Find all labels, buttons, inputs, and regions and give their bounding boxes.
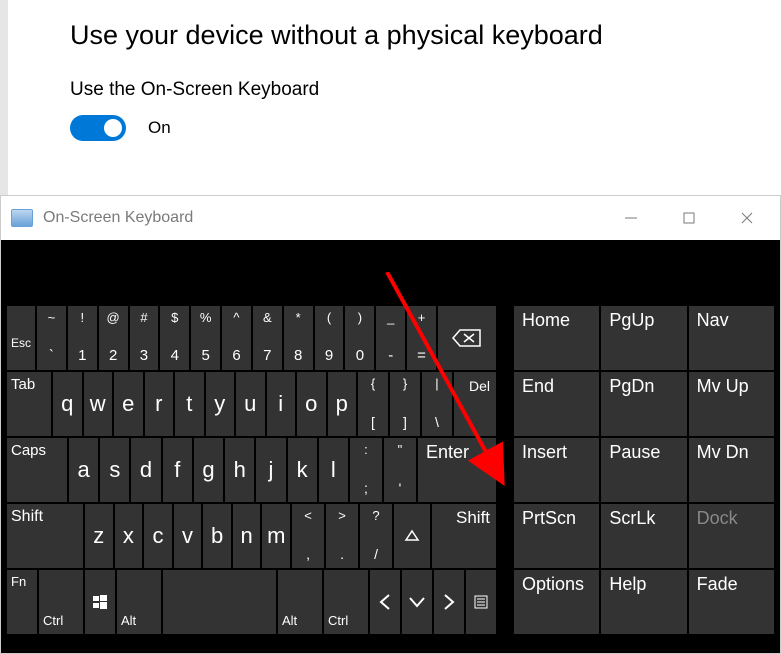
key-i[interactable]: i: [267, 372, 296, 436]
key-del[interactable]: Del: [454, 372, 496, 436]
key-9[interactable]: (9: [315, 306, 344, 370]
key-end[interactable]: End: [514, 372, 599, 436]
key-0[interactable]: )0: [345, 306, 374, 370]
key-y[interactable]: y: [206, 372, 235, 436]
key-esc[interactable]: Esc: [7, 306, 35, 370]
key-help[interactable]: Help: [601, 570, 686, 634]
osk-titlebar[interactable]: On-Screen Keyboard: [1, 196, 780, 240]
key--[interactable]: _-: [376, 306, 405, 370]
osk-app-icon: [11, 209, 33, 227]
key-shift-right[interactable]: Shift: [432, 504, 496, 568]
key-caps[interactable]: Caps: [7, 438, 67, 502]
key-arrow-down[interactable]: [402, 570, 432, 634]
key-sym[interactable]: ?/: [360, 504, 392, 568]
key-g[interactable]: g: [194, 438, 223, 502]
key-sym[interactable]: :;: [350, 438, 382, 502]
settings-panel: Use your device without a physical keybo…: [0, 0, 781, 151]
key-space[interactable]: [163, 570, 276, 634]
key-5[interactable]: %5: [191, 306, 220, 370]
minimize-button[interactable]: [602, 196, 660, 240]
key-z[interactable]: z: [85, 504, 113, 568]
key-m[interactable]: m: [262, 504, 290, 568]
settings-heading: Use your device without a physical keybo…: [70, 20, 781, 51]
main-key-area: Esc~`!1@2#3$4%5^6&7*8(9)0_-+= Tabqwertyu…: [7, 306, 496, 634]
key-ctrl-left[interactable]: Ctrl: [39, 570, 83, 634]
key-e[interactable]: e: [114, 372, 143, 436]
key-d[interactable]: d: [131, 438, 160, 502]
key-a[interactable]: a: [69, 438, 98, 502]
key-alt-left[interactable]: Alt: [117, 570, 161, 634]
key-backspace[interactable]: [438, 306, 496, 370]
key-pgdn[interactable]: PgDn: [601, 372, 686, 436]
key-prtscn[interactable]: PrtScn: [514, 504, 599, 568]
osk-window: On-Screen Keyboard Esc~`!1@2#3$4%5^6&7*8…: [0, 195, 781, 654]
key-b[interactable]: b: [203, 504, 231, 568]
osk-body: Esc~`!1@2#3$4%5^6&7*8(9)0_-+= Tabqwertyu…: [1, 240, 780, 653]
key-dock[interactable]: Dock: [689, 504, 774, 568]
key-r[interactable]: r: [145, 372, 174, 436]
key-n[interactable]: n: [233, 504, 261, 568]
key-bracket[interactable]: |\: [422, 372, 452, 436]
settings-subheading: Use the On-Screen Keyboard: [70, 79, 781, 101]
key-h[interactable]: h: [225, 438, 254, 502]
key-menu[interactable]: [466, 570, 496, 634]
key-arrow-right[interactable]: [434, 570, 464, 634]
key-nav[interactable]: Nav: [689, 306, 774, 370]
maximize-button[interactable]: [660, 196, 718, 240]
key-pause[interactable]: Pause: [601, 438, 686, 502]
key-x[interactable]: x: [115, 504, 143, 568]
key-w[interactable]: w: [84, 372, 113, 436]
key-2[interactable]: @2: [99, 306, 128, 370]
key-3[interactable]: #3: [130, 306, 159, 370]
key-mv-dn[interactable]: Mv Dn: [689, 438, 774, 502]
key-insert[interactable]: Insert: [514, 438, 599, 502]
key-pgup[interactable]: PgUp: [601, 306, 686, 370]
key-arrow-left[interactable]: [370, 570, 400, 634]
key-sym[interactable]: "': [384, 438, 416, 502]
key-home[interactable]: Home: [514, 306, 599, 370]
osk-toggle[interactable]: [70, 115, 126, 141]
key-ctrl-right[interactable]: Ctrl: [324, 570, 368, 634]
key-bracket[interactable]: {[: [358, 372, 388, 436]
close-button[interactable]: [718, 196, 776, 240]
key-s[interactable]: s: [100, 438, 129, 502]
key-alt-right[interactable]: Alt: [278, 570, 322, 634]
key-tab[interactable]: Tab: [7, 372, 51, 436]
key-k[interactable]: k: [288, 438, 317, 502]
side-key-area: HomeEndInsertPrtScnOptions PgUpPgDnPause…: [514, 306, 774, 634]
key-6[interactable]: ^6: [222, 306, 251, 370]
key-t[interactable]: t: [175, 372, 204, 436]
key-1[interactable]: !1: [68, 306, 97, 370]
key-o[interactable]: o: [297, 372, 326, 436]
key-f[interactable]: f: [163, 438, 192, 502]
key-`[interactable]: ~`: [37, 306, 66, 370]
key-8[interactable]: *8: [284, 306, 313, 370]
key-sym[interactable]: >.: [326, 504, 358, 568]
key-=[interactable]: +=: [407, 306, 436, 370]
key-scrlk[interactable]: ScrLk: [601, 504, 686, 568]
key-options[interactable]: Options: [514, 570, 599, 634]
osk-title: On-Screen Keyboard: [43, 209, 193, 227]
toggle-knob: [104, 119, 122, 137]
key-enter[interactable]: Enter: [418, 438, 496, 502]
key-j[interactable]: j: [256, 438, 285, 502]
key-u[interactable]: u: [236, 372, 265, 436]
page-left-edge: [0, 0, 8, 195]
key-fade[interactable]: Fade: [689, 570, 774, 634]
key-sym[interactable]: <,: [292, 504, 324, 568]
key-fn[interactable]: Fn: [7, 570, 37, 634]
key-bracket[interactable]: }]: [390, 372, 420, 436]
key-mv-up[interactable]: Mv Up: [689, 372, 774, 436]
key-c[interactable]: c: [144, 504, 172, 568]
key-shift-left[interactable]: Shift: [7, 504, 83, 568]
key-4[interactable]: $4: [160, 306, 189, 370]
key-arrow-up[interactable]: [394, 504, 430, 568]
key-windows[interactable]: [85, 570, 115, 634]
key-p[interactable]: p: [328, 372, 357, 436]
key-l[interactable]: l: [319, 438, 348, 502]
key-q[interactable]: q: [53, 372, 82, 436]
key-7[interactable]: &7: [253, 306, 282, 370]
key-v[interactable]: v: [174, 504, 202, 568]
toggle-state-label: On: [148, 118, 171, 138]
